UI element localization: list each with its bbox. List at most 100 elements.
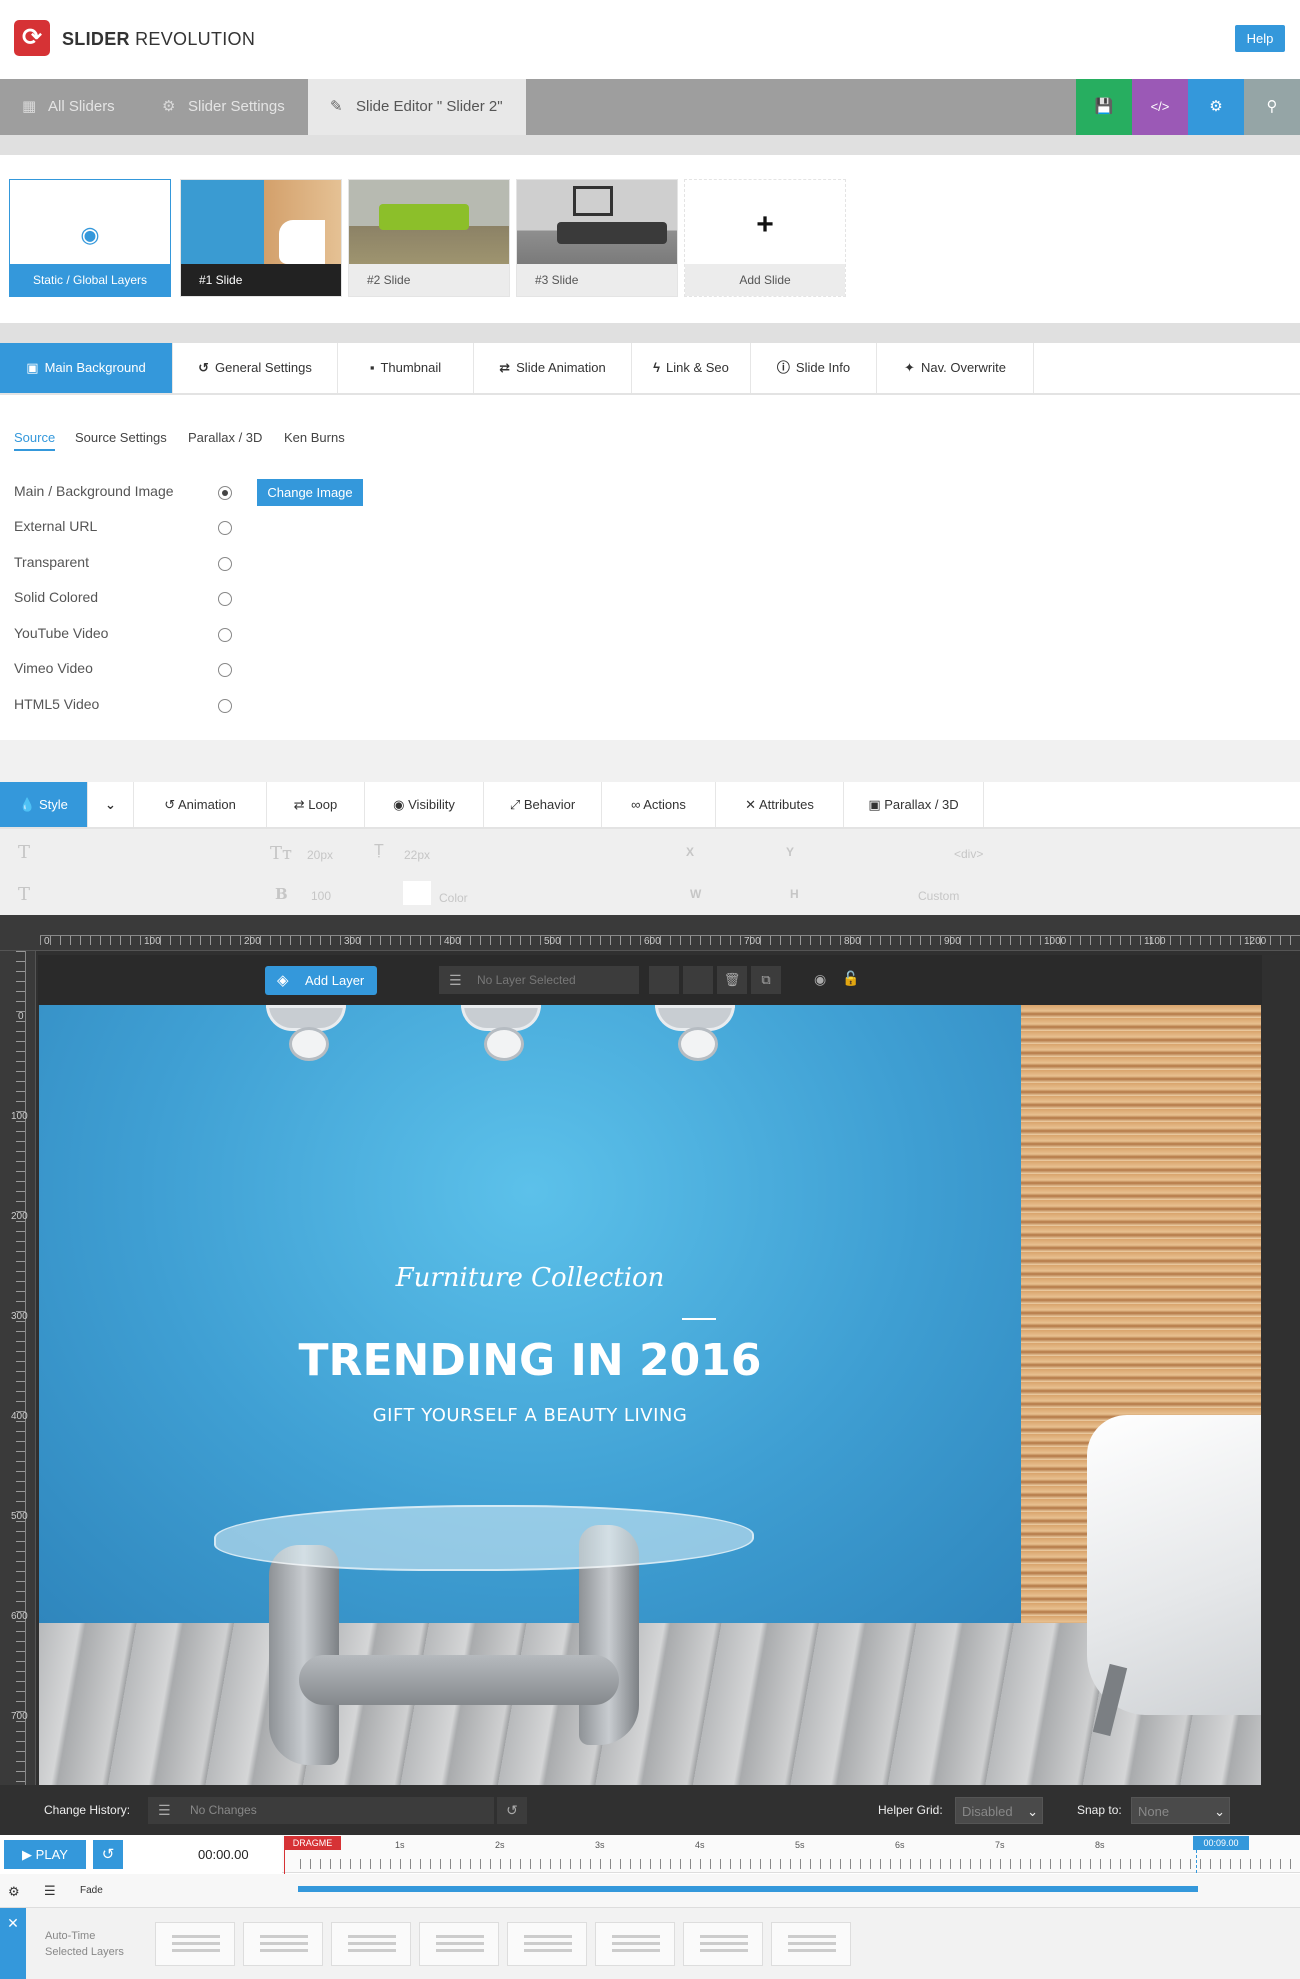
radio-main-image[interactable]	[218, 486, 232, 500]
tab-behavior[interactable]: ⤢ Behavior	[484, 782, 602, 827]
radio-external-url[interactable]	[218, 521, 232, 535]
height-field[interactable]: H	[790, 887, 799, 901]
grid-icon: ▦	[22, 98, 37, 115]
x-position-field[interactable]: X	[686, 845, 694, 859]
color-field[interactable]: Color	[439, 891, 468, 905]
tab-label: Thumbnail	[380, 360, 442, 375]
unlock-icon[interactable]: 🔓	[842, 970, 859, 987]
tab-visibility[interactable]: ◉ Visibility	[365, 782, 484, 827]
change-image-button[interactable]: Change Image	[257, 479, 363, 506]
font-weight-field[interactable]: 100	[311, 889, 331, 903]
add-slide-card[interactable]: + Add Slide	[684, 179, 846, 297]
tab-label: General Settings	[215, 360, 312, 375]
tab-link-seo[interactable]: ϟ Link & Seo	[632, 343, 751, 393]
auto-time-preset[interactable]	[507, 1922, 587, 1966]
gear-icon[interactable]: ⚙	[8, 1884, 20, 1900]
nav-slider-settings[interactable]: ⚙ Slider Settings	[140, 79, 305, 135]
wood-floor-background	[39, 1623, 1261, 1785]
tab-loop[interactable]: ⇄ Loop	[267, 782, 365, 827]
delete-layer-button[interactable]: 🗑	[717, 966, 747, 994]
history-button[interactable]: ↺	[93, 1840, 123, 1869]
line-height-field[interactable]: 22px	[404, 848, 430, 862]
history-list[interactable]: ☰ No Changes	[148, 1797, 494, 1824]
auto-time-preset[interactable]	[331, 1922, 411, 1966]
tab-thumbnail[interactable]: ▪ Thumbnail	[338, 343, 474, 393]
layer-duration-bar[interactable]	[298, 1886, 1198, 1892]
slide-card-static[interactable]: ◉ Static / Global Layers	[9, 179, 171, 297]
slide-canvas[interactable]: Furniture Collection TRENDING IN 2016 GI…	[39, 1005, 1261, 1785]
slide-headline[interactable]: TRENDING IN 2016	[39, 1335, 1021, 1386]
width-field[interactable]: W	[690, 887, 701, 901]
font-size-field[interactable]: 20px	[307, 848, 333, 862]
nav-slide-editor[interactable]: ✎ Slide Editor " Slider 2"	[308, 79, 526, 135]
save-button[interactable]: 💾	[1076, 79, 1132, 135]
style-dropdown[interactable]: ⌄	[88, 782, 134, 827]
tab-attributes[interactable]: ✕ Attributes	[716, 782, 844, 827]
auto-time-preset[interactable]	[155, 1922, 235, 1966]
subtab-source[interactable]: Source	[14, 430, 56, 451]
layer-selector[interactable]: ☰ No Layer Selected	[439, 966, 639, 994]
layer-option-button[interactable]	[649, 966, 679, 994]
image-icon: ▣	[26, 360, 39, 375]
code-icon: </>	[1150, 99, 1170, 114]
helper-grid-select[interactable]: Disabled ⌄	[955, 1797, 1043, 1824]
search-button[interactable]: ⚲	[1244, 79, 1300, 135]
settings-button[interactable]: ⚙	[1188, 79, 1244, 135]
list-icon[interactable]: ☰	[44, 1883, 56, 1899]
play-button[interactable]: ▶ PLAY	[4, 1840, 86, 1869]
auto-time-preset[interactable]	[243, 1922, 323, 1966]
tab-nav-overwrite[interactable]: ✦ Nav. Overwrite	[877, 343, 1034, 393]
tab-actions[interactable]: ∞ Actions	[602, 782, 716, 827]
source-label: Transparent	[14, 554, 89, 570]
eye-icon[interactable]: ◉	[814, 971, 826, 988]
undo-icon[interactable]: ↺	[497, 1797, 527, 1824]
source-label: External URL	[14, 518, 98, 534]
nav-all-sliders[interactable]: ▦ All Sliders	[0, 79, 135, 135]
slide-card-1[interactable]: #1 Slide	[180, 179, 342, 297]
radio-youtube[interactable]	[218, 628, 232, 642]
tab-general-settings[interactable]: ↺ General Settings	[173, 343, 338, 393]
slide-end-handle[interactable]: 00:09.00	[1193, 1836, 1249, 1850]
radio-vimeo[interactable]	[218, 663, 232, 677]
radio-transparent[interactable]	[218, 557, 232, 571]
tab-slide-animation[interactable]: ⇄ Slide Animation	[474, 343, 632, 393]
html-tag-field[interactable]: <div>	[954, 847, 983, 861]
slide-subtitle[interactable]: GIFT YOURSELF A BEAUTY LIVING	[39, 1405, 1021, 1426]
eye-icon: ◉	[393, 797, 405, 812]
snap-select[interactable]: None ⌄	[1131, 1797, 1230, 1824]
subtab-source-settings[interactable]: Source Settings	[75, 430, 167, 445]
y-position-field[interactable]: Y	[786, 845, 794, 859]
subtab-parallax[interactable]: Parallax / 3D	[188, 430, 262, 445]
auto-time-preset[interactable]	[595, 1922, 675, 1966]
custom-size-field[interactable]: Custom	[918, 889, 959, 903]
timeline-playhead[interactable]: DRAGME	[284, 1836, 341, 1850]
history-icon: ↺	[101, 1846, 115, 1863]
auto-time-preset[interactable]	[419, 1922, 499, 1966]
radio-solid-colored[interactable]	[218, 592, 232, 606]
code-button[interactable]: </>	[1132, 79, 1188, 135]
layer-option-button[interactable]	[683, 966, 713, 994]
duplicate-layer-button[interactable]: ⧉	[751, 966, 781, 994]
auto-time-preset[interactable]	[683, 1922, 763, 1966]
tab-style[interactable]: 💧 Style	[0, 782, 88, 827]
glass-tabletop	[214, 1505, 754, 1571]
add-layer-label: Add Layer	[305, 973, 365, 988]
ceiling-lamp	[456, 1005, 546, 1063]
slide-card-3[interactable]: #3 Slide	[516, 179, 678, 297]
tab-animation[interactable]: ↺ Animation	[134, 782, 267, 827]
subtab-ken-burns[interactable]: Ken Burns	[284, 430, 345, 445]
tab-parallax-3d[interactable]: ▣ Parallax / 3D	[844, 782, 984, 827]
help-button[interactable]: Help	[1235, 25, 1285, 52]
auto-time-preset[interactable]	[771, 1922, 851, 1966]
close-icon[interactable]: ✕	[0, 1908, 26, 1979]
tab-slide-info[interactable]: ⓘ Slide Info	[751, 343, 877, 393]
plus-icon: +	[685, 180, 845, 264]
tab-main-background[interactable]: ▣ Main Background	[0, 343, 173, 393]
radio-html5[interactable]	[218, 699, 232, 713]
add-layer-button[interactable]: ◈ Add Layer	[265, 966, 377, 995]
slide-script-title[interactable]: Furniture Collection	[39, 1263, 1021, 1293]
color-swatch[interactable]	[403, 881, 431, 905]
slide-card-2[interactable]: #2 Slide	[348, 179, 510, 297]
slide-card-label: #1 Slide	[181, 264, 341, 296]
timeline-ruler[interactable]	[282, 1835, 1300, 1873]
